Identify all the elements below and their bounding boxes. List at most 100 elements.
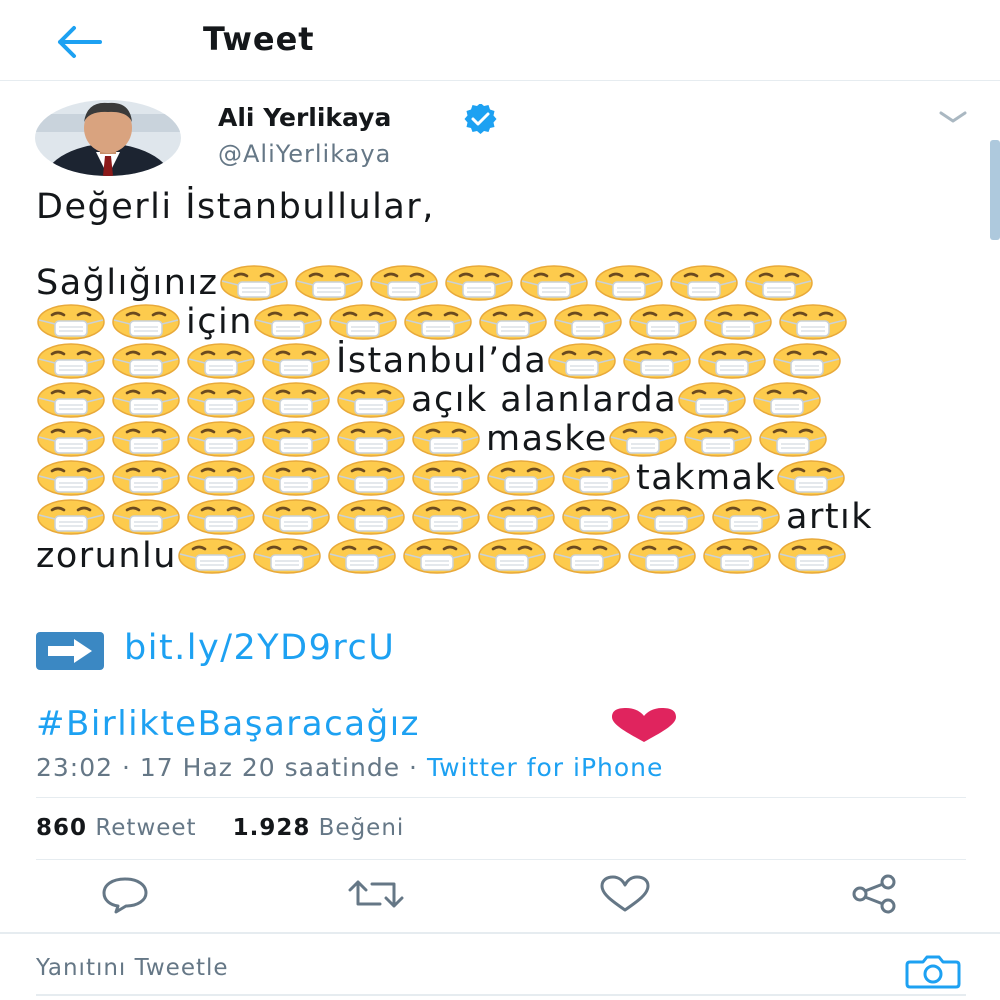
medical-mask-emoji-icon — [261, 421, 331, 457]
emoji-group — [36, 341, 336, 381]
tweet-line: için — [36, 303, 946, 342]
medical-mask-emoji-icon — [411, 421, 481, 457]
medical-mask-emoji-icon — [622, 343, 692, 379]
tweet-source-link[interactable]: Twitter for iPhone — [427, 753, 663, 782]
tweet-word: için — [186, 302, 253, 342]
tweet-line: açık alanlarda — [36, 381, 946, 420]
retweet-count-link[interactable]: 860 Retweet — [36, 815, 197, 841]
medical-mask-emoji-icon — [561, 499, 631, 535]
medical-mask-emoji-icon — [628, 304, 698, 340]
red-heart-emoji-icon — [608, 708, 680, 744]
tweet-word: takmak — [636, 458, 777, 498]
tweet-link[interactable]: bit.ly/2YD9rcU — [124, 628, 395, 668]
divider — [0, 932, 1000, 934]
medical-mask-emoji-icon — [369, 265, 439, 301]
medical-mask-emoji-icon — [111, 421, 181, 457]
medical-mask-emoji-icon — [111, 460, 181, 496]
tweet-line: takmak — [36, 459, 946, 498]
medical-mask-emoji-icon — [336, 382, 406, 418]
medical-mask-emoji-icon — [336, 460, 406, 496]
medical-mask-emoji-icon — [328, 304, 398, 340]
emoji-group — [36, 497, 786, 537]
tweet-word: artık — [786, 497, 874, 537]
profile-photo — [35, 100, 181, 176]
medical-mask-emoji-icon — [758, 421, 828, 457]
medical-mask-emoji-icon — [336, 499, 406, 535]
author-name[interactable]: Ali Yerlikaya — [218, 103, 391, 132]
reply-underline — [36, 994, 966, 996]
medical-mask-emoji-icon — [36, 304, 106, 340]
medical-mask-emoji-icon — [252, 538, 322, 574]
medical-mask-emoji-icon — [186, 460, 256, 496]
like-count: 1.928 — [232, 815, 311, 841]
medical-mask-emoji-icon — [253, 304, 323, 340]
retweet-button[interactable] — [346, 874, 404, 914]
tweet-word: açık alanlarda — [411, 380, 678, 420]
medical-mask-emoji-icon — [744, 265, 814, 301]
medical-mask-emoji-icon — [486, 460, 556, 496]
like-count-link[interactable]: 1.928 Beğeni — [233, 815, 405, 841]
meta-separator: · — [113, 753, 140, 782]
medical-mask-emoji-icon — [594, 265, 664, 301]
divider — [36, 859, 966, 860]
back-button[interactable] — [52, 22, 104, 62]
medical-mask-emoji-icon — [486, 499, 556, 535]
chevron-down-icon — [939, 111, 967, 123]
medical-mask-emoji-icon — [627, 538, 697, 574]
tweet-options-button[interactable] — [935, 106, 971, 128]
emoji-group — [677, 380, 827, 420]
hashtag-link[interactable]: #BirlikteBaşaracağız — [36, 704, 420, 744]
medical-mask-emoji-icon — [683, 421, 753, 457]
right-arrow-emoji-icon — [36, 632, 104, 670]
medical-mask-emoji-icon — [403, 304, 473, 340]
page-title: Tweet — [203, 20, 315, 58]
medical-mask-emoji-icon — [669, 265, 739, 301]
medical-mask-emoji-icon — [261, 460, 331, 496]
medical-mask-emoji-icon — [111, 499, 181, 535]
medical-mask-emoji-icon — [752, 382, 822, 418]
medical-mask-emoji-icon — [402, 538, 472, 574]
retweet-label: Retweet — [95, 815, 197, 841]
medical-mask-emoji-icon — [111, 343, 181, 379]
medical-mask-emoji-icon — [608, 421, 678, 457]
tweet-line: İstanbul’da — [36, 342, 946, 381]
tweet-word: Sağlığınız — [36, 263, 219, 303]
emoji-group — [547, 341, 847, 381]
tweet-line: maske — [36, 420, 946, 459]
medical-mask-emoji-icon — [336, 421, 406, 457]
tweet-time: 23:02 — [36, 753, 114, 782]
medical-mask-emoji-icon — [186, 382, 256, 418]
medical-mask-emoji-icon — [702, 538, 772, 574]
medical-mask-emoji-icon — [36, 421, 106, 457]
reply-composer[interactable]: Yanıtını Tweetle — [36, 953, 966, 993]
avatar[interactable] — [35, 100, 181, 176]
medical-mask-emoji-icon — [778, 304, 848, 340]
medical-mask-emoji-icon — [553, 304, 623, 340]
tweet-line: artık — [36, 498, 946, 537]
emoji-group — [36, 419, 486, 459]
medical-mask-emoji-icon — [186, 421, 256, 457]
verified-badge-icon — [462, 103, 499, 134]
medical-mask-emoji-icon — [711, 499, 781, 535]
tweet-word: zorunlu — [36, 536, 177, 576]
like-button[interactable] — [598, 874, 652, 914]
scrollbar[interactable] — [990, 140, 1000, 240]
camera-button[interactable] — [904, 953, 962, 989]
like-label: Beğeni — [318, 815, 405, 841]
tweet-meta: 23:02 · 17 Haz 20 saatinde · Twitter for… — [36, 753, 663, 782]
medical-mask-emoji-icon — [478, 304, 548, 340]
medical-mask-emoji-icon — [294, 265, 364, 301]
share-button[interactable] — [848, 874, 902, 914]
tweet-line: zorunlu — [36, 537, 946, 576]
medical-mask-emoji-icon — [219, 265, 289, 301]
medical-mask-emoji-icon — [261, 382, 331, 418]
emoji-group — [177, 536, 852, 576]
tweet-line: Sağlığınız — [36, 264, 946, 303]
emoji-group — [36, 302, 186, 342]
medical-mask-emoji-icon — [261, 499, 331, 535]
emoji-group — [36, 380, 411, 420]
author-handle[interactable]: @AliYerlikaya — [218, 140, 391, 168]
medical-mask-emoji-icon — [444, 265, 514, 301]
medical-mask-emoji-icon — [636, 499, 706, 535]
reply-button[interactable] — [98, 874, 152, 914]
